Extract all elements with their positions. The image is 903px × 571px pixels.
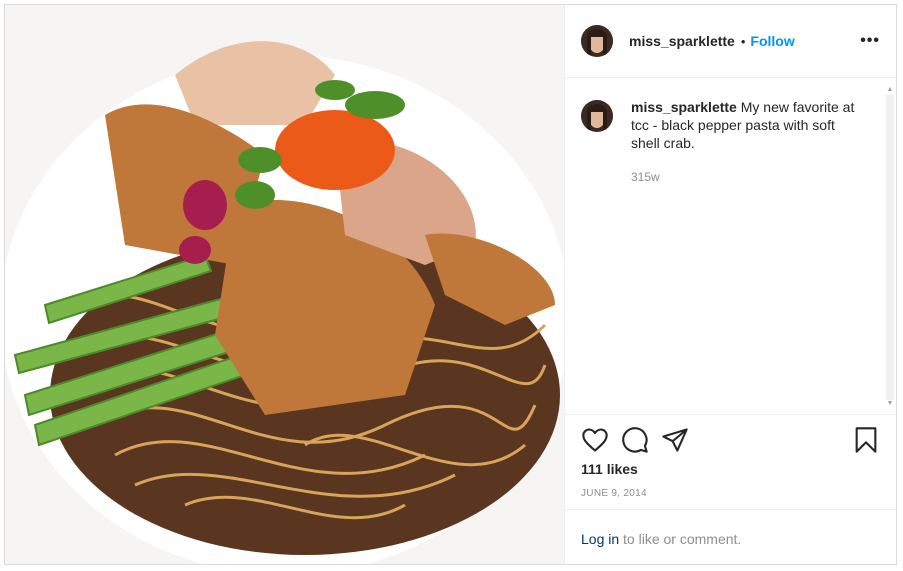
post-sidebar: miss_sparklette • Follow ••• miss_sparkl… <box>564 5 896 564</box>
comments-section: miss_sparklette My new favorite at tcc -… <box>565 78 896 414</box>
caption-age[interactable]: 315w <box>631 168 866 186</box>
author-username[interactable]: miss_sparklette <box>629 33 735 49</box>
separator-dot: • <box>740 33 746 49</box>
post-header: miss_sparklette • Follow ••• <box>565 5 896 78</box>
likes-count[interactable]: 111 likes <box>581 461 880 477</box>
action-bar: 111 likes JUNE 9, 2014 <box>565 414 896 509</box>
login-prompt: Log in to like or comment. <box>565 509 896 564</box>
pasta-photo <box>5 5 564 564</box>
follow-button[interactable]: Follow <box>750 33 794 49</box>
scroll-track[interactable] <box>886 94 894 400</box>
author-avatar[interactable] <box>581 25 613 57</box>
login-link[interactable]: Log in <box>581 531 619 547</box>
post-date[interactable]: JUNE 9, 2014 <box>581 488 880 509</box>
post-card: miss_sparklette • Follow ••• miss_sparkl… <box>4 4 897 565</box>
comment-icon[interactable] <box>621 426 649 454</box>
caption-username[interactable]: miss_sparklette <box>631 99 737 115</box>
share-icon[interactable] <box>661 426 689 454</box>
avatar-image <box>581 100 613 132</box>
caption-avatar[interactable] <box>581 100 613 132</box>
post-photo[interactable] <box>5 5 564 564</box>
action-icons <box>581 425 880 455</box>
comments-scrollbar[interactable]: ▲ ▼ <box>886 86 894 408</box>
caption-body: miss_sparklette My new favorite at tcc -… <box>631 98 866 186</box>
more-options-icon[interactable]: ••• <box>860 32 880 50</box>
heart-icon[interactable] <box>581 426 609 454</box>
scroll-down-icon[interactable]: ▼ <box>886 400 894 408</box>
bookmark-icon[interactable] <box>852 426 880 454</box>
login-prompt-text: to like or comment. <box>619 531 742 547</box>
caption-comment: miss_sparklette My new favorite at tcc -… <box>581 98 880 186</box>
avatar-image <box>581 25 613 57</box>
scroll-up-icon[interactable]: ▲ <box>886 86 894 94</box>
